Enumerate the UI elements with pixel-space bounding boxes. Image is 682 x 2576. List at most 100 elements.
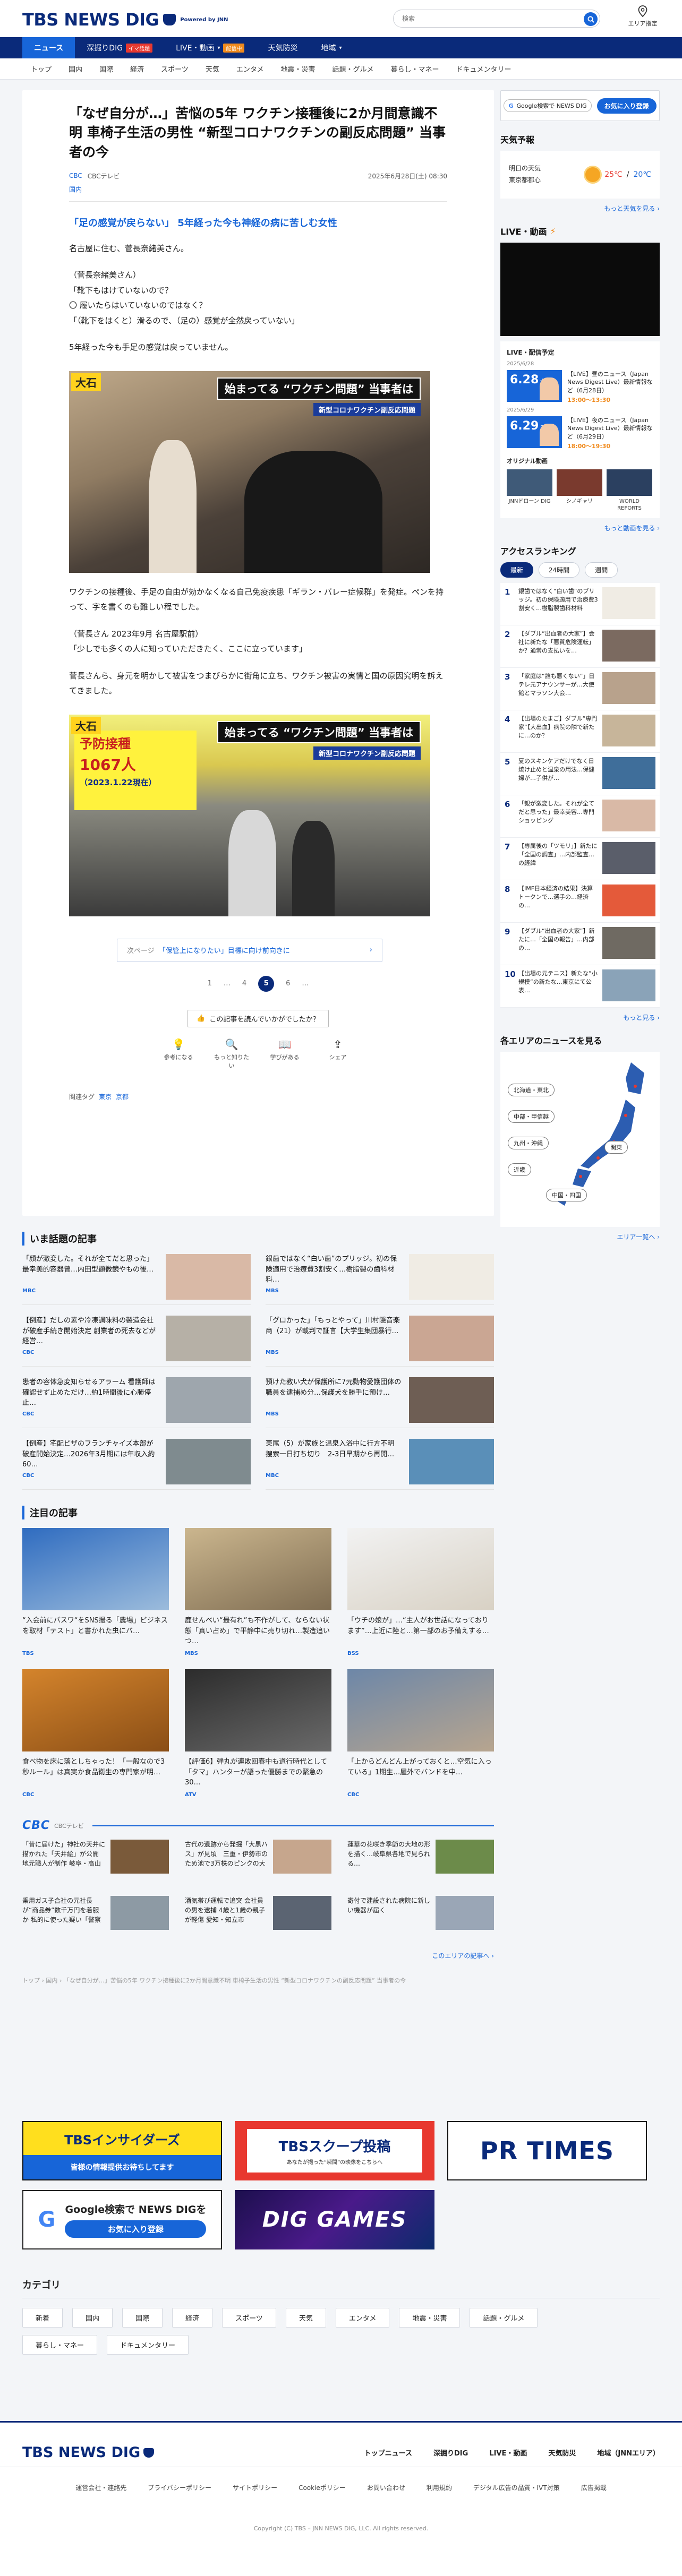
trending-article[interactable]: 【倒産】だしの素や冷凍調味料の製造会社が破産手続き開始決定 創業者の死去などが経… [22, 1316, 251, 1367]
trending-article[interactable]: 銀歯ではなく“白い歯”のプリッジ。初の保険適用で治療費3割安く…樹脂製の歯科材料… [266, 1254, 494, 1305]
ranking-item[interactable]: 10 【出場の元テニス】新たな“小規模”の新たな…東京にて公表… [500, 965, 660, 1008]
category-chip[interactable]: 経済 [172, 2308, 213, 2328]
footer-link[interactable]: お問い合わせ [367, 2483, 405, 2492]
prtimes-banner[interactable]: PR TIMES [447, 2121, 647, 2180]
insiders-banner[interactable]: TBSインサイダーズ 皆様の情報提供お待ちしてます [22, 2121, 222, 2180]
trending-article[interactable]: 【倒産】宅配ピザのフランチャイズ本部が破産開始決定…2026年3月期には年収入約… [22, 1439, 251, 1490]
category-chip[interactable]: 暮らし・マネー [22, 2335, 98, 2355]
site-logo[interactable]: TBS NEWS DIG Powered by JNN [22, 10, 228, 30]
footer-nav-item[interactable]: トップニュース [364, 2448, 412, 2458]
area-button[interactable]: 九州・沖縄 [508, 1137, 549, 1149]
ranking-item[interactable]: 5 夏のスキンケアだけでなく日焼け止めと温泉の用法…保健婦が…子供が… [500, 753, 660, 795]
footer-nav-item[interactable]: 深掘りDIG [433, 2448, 468, 2458]
footer-link[interactable]: 利用規約 [427, 2483, 452, 2492]
trending-article[interactable]: 東尾（5）が家族と温泉入浴中に行方不明 捜索一日打ち切り 2-3日早期から再開…… [266, 1439, 494, 1490]
search-button[interactable] [584, 12, 598, 26]
cbc-article[interactable]: 蓮華の花咲き季節の大地の形を描く…岐阜県各地で見られる… [347, 1840, 494, 1885]
trending-article[interactable]: 「顔が激変した。それが全てだと思った」最幸美的容器曾…内田型顕微鏡やもの後… M… [22, 1254, 251, 1305]
trending-article[interactable]: 「グロかった」「もっとやって」川村隠音楽商（21）が載判で証言【大学生集団暴行…… [266, 1316, 494, 1367]
ranking-item[interactable]: 9 【ダブル“出血者の大家”】新たに…「全国の報告」…内部の… [500, 923, 660, 965]
featured-article[interactable]: 食べ物を床に落としちゃった！「一般なので3秒ルール」は真実か食品衛生の専門家が明… [22, 1669, 169, 1798]
area-button[interactable]: 中国・四国 [546, 1189, 587, 1201]
category-chip[interactable]: 話題・グルメ [470, 2308, 538, 2328]
subnav-item[interactable]: 国際 [91, 64, 122, 74]
footer-link[interactable]: デジタル広告の品質・IVT対策 [473, 2483, 560, 2492]
footer-nav-item[interactable]: 天気防災 [548, 2448, 576, 2458]
schedule-item[interactable]: 6.29日 【LIVE】夜のニュース（Japan News Digest Liv… [507, 416, 653, 450]
cbc-more-link[interactable]: このエリアの記事へ › [432, 1952, 494, 1960]
live-video-player[interactable] [500, 243, 660, 336]
ranking-item[interactable]: 4 【出場のたまご】ダブル“専門家”【大出血】病院の隣で新たに…のか？ [500, 710, 660, 753]
footer-link[interactable]: プライバシーポリシー [148, 2483, 211, 2492]
subnav-item[interactable]: 暮らし・マネー [382, 64, 447, 74]
gnav-live[interactable]: LIVE・動画 ▾ 配信中 [164, 37, 256, 58]
category-chip[interactable]: 天気 [285, 2308, 326, 2328]
ranking-item[interactable]: 3 「家庭は“誰も悪くない”」日テレ元アナウンサーが…大使館とマラソン大会… [500, 668, 660, 710]
ranking-more-link[interactable]: もっと見る › [623, 1014, 660, 1021]
trending-article[interactable]: 患者の容体急変知らせるアラーム 看護師は確認せず止めただけ…約1時間後に心肺停止… [22, 1377, 251, 1428]
subnav-item[interactable]: スポーツ [152, 64, 197, 74]
featured-article[interactable]: 「上からどんどん上がっておくと…空気に入っている」1期生…屋外でバンドを中… C… [347, 1669, 494, 1798]
footer-link[interactable]: サイトポリシー [233, 2483, 277, 2492]
ranking-item[interactable]: 7 【専属後の「ツモリ」】新たに「全国の調査」…内部監査…の経緯 [500, 838, 660, 880]
gnav-fukabori[interactable]: 深掘りDIG イマ話題 [75, 37, 164, 58]
ranking-item[interactable]: 6 「親が激変した。それが全てだと思った」最幸美容…専門ショッピング [500, 795, 660, 838]
footer-logo[interactable]: TBS NEWS DIG [22, 2444, 155, 2461]
category-chip[interactable]: 地震・災害 [399, 2308, 461, 2328]
subnav-item[interactable]: 地震・災害 [272, 64, 323, 74]
subnav-item[interactable]: ドキュメンタリー [448, 64, 520, 74]
cbc-article[interactable]: 古代の遺跡から発掘「大黒ハス」が見頃 三重・伊勢市のため池で3万株のピンクの大輪… [185, 1840, 331, 1885]
cbc-article[interactable]: 寄付で建設された病院に新しい機器が届く [347, 1896, 494, 1942]
page-link[interactable]: 6 [286, 980, 290, 988]
article-category[interactable]: 国内 [69, 185, 447, 202]
area-button[interactable]: 近畿 [508, 1163, 531, 1176]
ranking-item[interactable]: 2 【ダブル“出血者の大家”】会社に新たな「悪質危険運転」か？通常の支払いを… [500, 625, 660, 668]
subnav-item[interactable]: エンタメ [228, 64, 272, 74]
featured-article[interactable]: 「ウチの娘が」…“主人がお世話になっております”…上近に陸と…第一部のお予備えす… [347, 1528, 494, 1656]
original-video-item[interactable]: シノギャリ [557, 469, 602, 512]
page-link[interactable]: 1 [208, 980, 212, 988]
category-chip[interactable]: スポーツ [222, 2308, 276, 2328]
tag-link[interactable]: 東京 [99, 1092, 112, 1101]
weather-more-link[interactable]: もっと天気を見る › [604, 205, 660, 212]
ranking-item[interactable]: 1 銀歯ではなく“白い歯”のブリッジ。初の保険適用で治療費3割安く…樹脂製歯科材… [500, 583, 660, 625]
subnav-item[interactable]: トップ [22, 64, 60, 74]
featured-article[interactable]: “入会前にパスワ“をSNS撮る「農場」ビジネスを取材「テスト」と書かれた虫にバ…… [22, 1528, 169, 1656]
category-chip[interactable]: 新着 [22, 2308, 63, 2328]
schedule-item[interactable]: 6.28土 【LIVE】昼のニュース（Japan News Digest Liv… [507, 370, 653, 404]
video-more-link[interactable]: もっと動画を見る › [604, 525, 660, 532]
google-favorite-banner[interactable]: G Google検索で NEWS DIGを お気に入り登録 [22, 2190, 222, 2249]
footer-link[interactable]: 広告掲載 [581, 2483, 607, 2492]
ranking-tab[interactable]: 24時間 [539, 562, 580, 578]
search-input[interactable] [394, 10, 574, 27]
footer-nav-item[interactable]: LIVE・動画 [489, 2448, 527, 2458]
next-page-link[interactable]: 次ページ 「保管上になりたい」目標に向け前向きに › [117, 938, 382, 962]
featured-article[interactable]: 鹿せんべい“最有れ”も不作がして、ならない状態「真い占め」で平静中に売り切れ…製… [185, 1528, 331, 1656]
dig-games-banner[interactable]: DIG GAMES [235, 2190, 434, 2249]
footer-link[interactable]: Cookieポリシー [299, 2483, 346, 2492]
subnav-item[interactable]: 天気 [197, 64, 228, 74]
feedback-more-button[interactable]: 🔍 もっと知りたい [212, 1038, 251, 1070]
scoop-banner[interactable]: TBSスクープ投稿 あなたが撮った“瞬間”の映像をこちらへ [235, 2121, 434, 2180]
trending-article[interactable]: 預けた教い犬が保護所に7元動物愛護団体の職員を逮捕め分…保護犬を勝手に預け… M… [266, 1377, 494, 1428]
favorite-register-button[interactable]: お気に入り登録 [596, 98, 657, 114]
gnav-weather[interactable]: 天気防災 [256, 37, 309, 58]
ranking-item[interactable]: 8 【IMF日本経済の結果】決算トークンで…選手の…経済の… [500, 880, 660, 923]
area-setting-button[interactable]: エリア指定 [627, 5, 659, 28]
cbc-article[interactable]: 乗用ガス子合社の元社長が“商品券”数千万円を着服か 私的に使った疑い「警察に相談… [22, 1896, 169, 1942]
cbc-article[interactable]: 酒気帯び運転で追突 会社員の男を逮捕 4歳と1歳の親子が軽傷 愛知・知立市 [185, 1896, 331, 1942]
original-video-item[interactable]: JNNドローン DIG [507, 469, 552, 512]
feedback-learn-button[interactable]: 📖 学びがある [266, 1038, 304, 1070]
area-more-link[interactable]: エリア一覧へ › [617, 1233, 660, 1241]
ranking-tab[interactable]: 週間 [585, 562, 618, 578]
original-video-item[interactable]: WORLD REPORTS [607, 469, 652, 512]
area-button[interactable]: 北海道・東北 [508, 1084, 555, 1096]
area-button[interactable]: 関東 [604, 1141, 628, 1154]
tag-link[interactable]: 京都 [116, 1092, 129, 1101]
footer-nav-item[interactable]: 地域（JNNエリア） [597, 2448, 660, 2458]
subnav-item[interactable]: 経済 [122, 64, 152, 74]
category-chip[interactable]: 国内 [72, 2308, 113, 2328]
feedback-helpful-button[interactable]: 💡 参考になる [159, 1038, 198, 1070]
cbc-article[interactable]: 「昔に届けた」神社の天井に描かれた「天井絵」が公開 地元職人が制作 岐阜・高山市 [22, 1840, 169, 1885]
gnav-region[interactable]: 地域 ▾ [309, 37, 353, 58]
